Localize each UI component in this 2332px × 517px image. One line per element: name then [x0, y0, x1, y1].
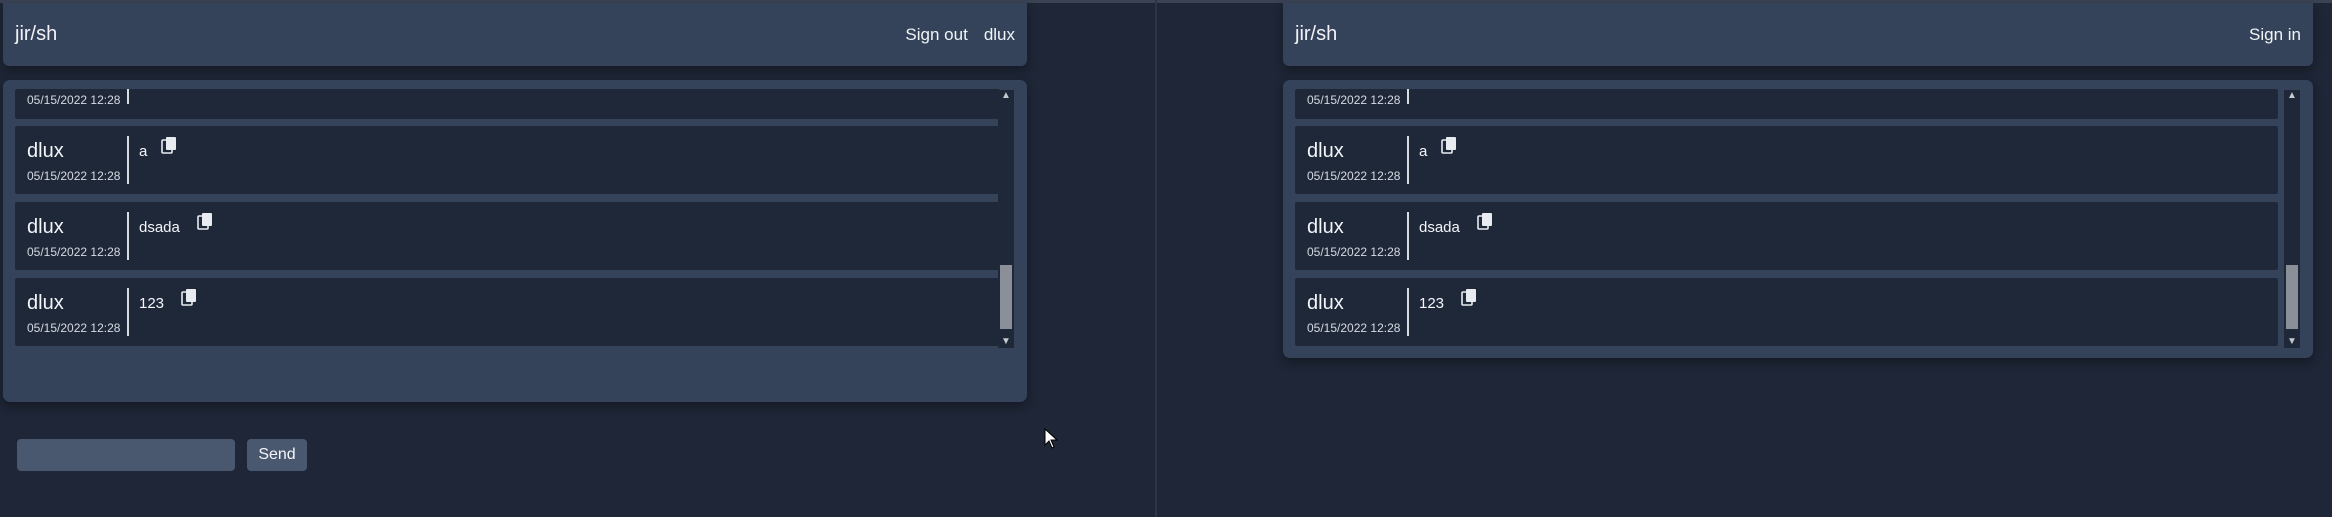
sign-out-link[interactable]: Sign out — [905, 25, 967, 45]
message-divider — [127, 136, 129, 184]
chat-panel: 05/15/2022 12:28 dlux 05/15/2022 12:28 a… — [1283, 80, 2313, 358]
send-button[interactable]: Send — [247, 439, 307, 471]
message-list[interactable]: 05/15/2022 12:28 dlux 05/15/2022 12:28 a… — [1295, 89, 2278, 349]
message-divider — [127, 288, 129, 336]
message-author: dlux — [27, 292, 64, 314]
message-input[interactable] — [17, 439, 235, 471]
app-header: jir/sh Sign out dlux — [3, 3, 1027, 66]
scroll-up-icon[interactable]: ▲ — [2284, 90, 2300, 102]
copy-icon[interactable] — [197, 212, 213, 230]
username-link[interactable]: dlux — [984, 25, 1015, 45]
message-author: dlux — [27, 140, 64, 162]
message-text: dsada — [1419, 219, 1460, 236]
message-time: 05/15/2022 12:28 — [1307, 245, 1401, 259]
chat-panel: 05/15/2022 12:28 dlux 05/15/2022 12:28 a… — [3, 80, 1027, 471]
copy-icon[interactable] — [1477, 212, 1493, 230]
message-author: dlux — [1307, 292, 1344, 314]
message-row: dlux 05/15/2022 12:28 dsada — [15, 202, 1000, 270]
scroll-down-icon[interactable]: ▼ — [998, 336, 1014, 348]
message-divider — [127, 89, 129, 104]
left-window: jir/sh Sign out dlux 05/15/2022 12:28 dl… — [0, 0, 1155, 517]
message-partial: 05/15/2022 12:28 — [15, 89, 1000, 119]
scroll-up-icon[interactable]: ▲ — [998, 90, 1014, 102]
message-text: a — [1419, 143, 1428, 160]
message-time: 05/15/2022 12:28 — [1307, 321, 1401, 335]
header-nav: Sign in — [2249, 25, 2301, 45]
scrollbar-thumb[interactable] — [2286, 265, 2298, 329]
sign-in-link[interactable]: Sign in — [2249, 25, 2301, 45]
message-divider — [1407, 89, 1409, 104]
message-scrollbar[interactable]: ▲ ▼ — [2284, 90, 2300, 348]
message-text: a — [139, 143, 148, 160]
message-text: dsada — [139, 219, 180, 236]
message-row: dlux 05/15/2022 12:28 123 — [1295, 278, 2278, 346]
message-text: 123 — [139, 295, 165, 312]
scrollbar-thumb[interactable] — [1000, 265, 1012, 329]
message-time: 05/15/2022 12:28 — [27, 321, 121, 335]
header-nav: Sign out dlux — [905, 25, 1015, 45]
message-author: dlux — [1307, 216, 1344, 238]
message-time: 05/15/2022 12:28 — [27, 93, 121, 107]
copy-icon[interactable] — [161, 136, 177, 154]
message-author: dlux — [27, 216, 64, 238]
message-divider — [1407, 288, 1409, 336]
brand-link[interactable]: jir/sh — [15, 23, 57, 46]
message-time: 05/15/2022 12:28 — [1307, 169, 1401, 183]
message-list[interactable]: 05/15/2022 12:28 dlux 05/15/2022 12:28 a… — [15, 89, 1000, 349]
copy-icon[interactable] — [1441, 136, 1457, 154]
scroll-down-icon[interactable]: ▼ — [2284, 336, 2300, 348]
message-divider — [1407, 136, 1409, 184]
message-row: dlux 05/15/2022 12:28 a — [15, 126, 1000, 194]
message-row: dlux 05/15/2022 12:28 a — [1295, 126, 2278, 194]
mouse-pointer-icon — [1044, 428, 1058, 449]
message-partial: 05/15/2022 12:28 — [1295, 89, 2278, 119]
message-time: 05/15/2022 12:28 — [1307, 93, 1401, 107]
message-divider — [127, 212, 129, 260]
message-time: 05/15/2022 12:28 — [27, 169, 121, 183]
message-scrollbar[interactable]: ▲ ▼ — [998, 90, 1014, 348]
message-author: dlux — [1307, 140, 1344, 162]
copy-icon[interactable] — [1461, 288, 1477, 306]
app-header: jir/sh Sign in — [1283, 3, 2313, 66]
message-row: dlux 05/15/2022 12:28 123 — [15, 278, 1000, 346]
message-time: 05/15/2022 12:28 — [27, 245, 121, 259]
copy-icon[interactable] — [181, 288, 197, 306]
message-row: dlux 05/15/2022 12:28 dsada — [1295, 202, 2278, 270]
brand-link[interactable]: jir/sh — [1295, 23, 1337, 46]
right-window: jir/sh Sign in 05/15/2022 12:28 dlux 05/… — [1157, 0, 2332, 517]
message-text: 123 — [1419, 295, 1445, 312]
message-divider — [1407, 212, 1409, 260]
